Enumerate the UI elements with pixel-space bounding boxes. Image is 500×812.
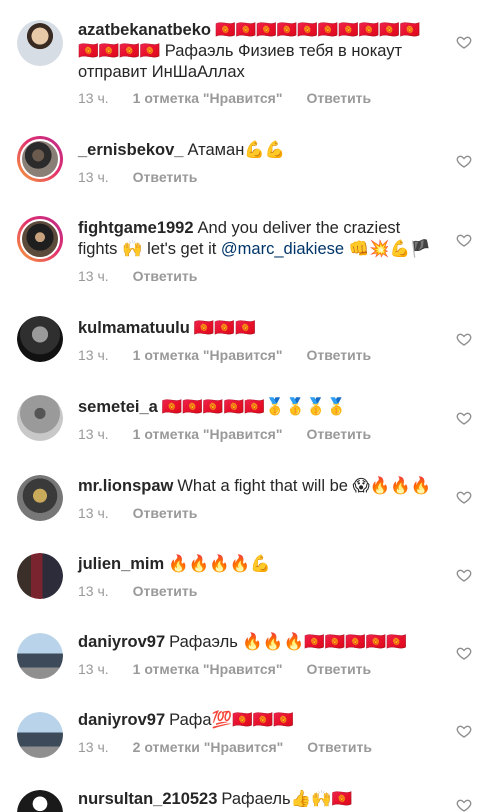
avatar[interactable] [17, 633, 63, 679]
comment-body: azatbekanatbeko 🇰🇬🇰🇬🇰🇬🇰🇬🇰🇬🇰🇬🇰🇬🇰🇬🇰🇬🇰🇬🇰🇬🇰🇬🇰… [78, 20, 440, 83]
comment-meta: 13 ч. Ответить [78, 169, 197, 185]
heart-outline-icon[interactable] [456, 331, 472, 347]
reply-button[interactable]: Ответить [306, 426, 371, 442]
reply-button[interactable]: Ответить [133, 268, 198, 284]
comment-body: julien_mim 🔥🔥🔥🔥💪 [78, 554, 440, 575]
username[interactable]: mr.lionspaw [78, 477, 173, 495]
comment-text: What a fight that will be 😱🔥🔥🔥 [177, 477, 432, 495]
timestamp: 13 ч. [78, 90, 109, 106]
comment-body: semetei_a 🇰🇬🇰🇬🇰🇬🇰🇬🇰🇬🥇🥇🥇🥇 [78, 397, 440, 418]
timestamp: 13 ч. [78, 426, 109, 442]
avatar[interactable] [17, 136, 63, 182]
comments-list: azatbekanatbeko 🇰🇬🇰🇬🇰🇬🇰🇬🇰🇬🇰🇬🇰🇬🇰🇬🇰🇬🇰🇬🇰🇬🇰🇬🇰… [0, 0, 500, 812]
comment-meta: 13 ч. 2 отметки "Нравится" Ответить [78, 739, 372, 755]
heart-outline-icon[interactable] [456, 723, 472, 739]
avatar[interactable] [17, 216, 63, 262]
timestamp: 13 ч. [78, 268, 109, 284]
mention-link[interactable]: @marc_diakiese [221, 240, 344, 258]
comment-text-tail: 👊💥💪🏴 [344, 240, 431, 258]
comment-body: daniyrov97 Рафа💯🇰🇬🇰🇬🇰🇬 [78, 710, 440, 731]
reply-button[interactable]: Ответить [133, 169, 198, 185]
comment-meta: 13 ч. 1 отметка "Нравится" Ответить [78, 90, 371, 106]
comment-text: 🇰🇬🇰🇬🇰🇬🇰🇬🇰🇬🥇🥇🥇🥇 [161, 398, 347, 416]
timestamp: 13 ч. [78, 661, 109, 677]
reply-button[interactable]: Ответить [306, 661, 371, 677]
avatar[interactable] [17, 395, 63, 441]
timestamp: 13 ч. [78, 347, 109, 363]
username[interactable]: daniyrov97 [78, 711, 165, 729]
comment-text: Рафаэль 🔥🔥🔥🇰🇬🇰🇬🇰🇬🇰🇬🇰🇬 [169, 633, 407, 651]
comment-body: daniyrov97 Рафаэль 🔥🔥🔥🇰🇬🇰🇬🇰🇬🇰🇬🇰🇬 [78, 632, 440, 653]
likes-count[interactable]: 2 отметки "Нравится" [133, 739, 284, 755]
comment-text: Рафа💯🇰🇬🇰🇬🇰🇬 [169, 711, 294, 729]
username[interactable]: nursultan_210523 [78, 790, 217, 808]
avatar[interactable] [17, 553, 63, 599]
heart-outline-icon[interactable] [456, 567, 472, 583]
likes-count[interactable]: 1 отметка "Нравится" [133, 347, 283, 363]
comment-body: mr.lionspaw What a fight that will be 😱🔥🔥… [78, 476, 440, 497]
comment-meta: 13 ч. 1 отметка "Нравится" Ответить [78, 426, 371, 442]
comment-meta: 13 ч. 1 отметка "Нравится" Ответить [78, 347, 371, 363]
heart-outline-icon[interactable] [456, 232, 472, 248]
heart-outline-icon[interactable] [456, 410, 472, 426]
comment-meta: 13 ч. Ответить [78, 583, 197, 599]
comment-meta: 13 ч. 1 отметка "Нравится" Ответить [78, 661, 371, 677]
comment-meta: 13 ч. Ответить [78, 268, 197, 284]
heart-outline-icon[interactable] [456, 153, 472, 169]
comment-text: 🇰🇬🇰🇬🇰🇬 [193, 319, 256, 337]
comment-text: 🔥🔥🔥🔥💪 [168, 555, 271, 573]
likes-count[interactable]: 1 отметка "Нравится" [133, 661, 283, 677]
avatar[interactable] [17, 475, 63, 521]
username[interactable]: _ernisbekov_ [78, 141, 183, 159]
likes-count[interactable]: 1 отметка "Нравится" [133, 90, 283, 106]
avatar[interactable] [17, 790, 63, 812]
comment-body: nursultan_210523 Рафаель👍🙌🇰🇬 [78, 789, 440, 810]
heart-outline-icon[interactable] [456, 645, 472, 661]
username[interactable]: fightgame1992 [78, 219, 194, 237]
comment-body: _ernisbekov_ Атаман💪💪 [78, 140, 440, 161]
comment-meta: 13 ч. Ответить [78, 505, 197, 521]
username[interactable]: daniyrov97 [78, 633, 165, 651]
heart-outline-icon[interactable] [456, 797, 472, 812]
heart-outline-icon[interactable] [456, 489, 472, 505]
reply-button[interactable]: Ответить [307, 739, 372, 755]
heart-outline-icon[interactable] [456, 34, 472, 50]
avatar[interactable] [17, 20, 63, 66]
username[interactable]: azatbekanatbeko [78, 21, 211, 39]
reply-button[interactable]: Ответить [133, 505, 198, 521]
timestamp: 13 ч. [78, 739, 109, 755]
timestamp: 13 ч. [78, 583, 109, 599]
reply-button[interactable]: Ответить [306, 90, 371, 106]
reply-button[interactable]: Ответить [133, 583, 198, 599]
username[interactable]: semetei_a [78, 398, 158, 416]
avatar[interactable] [17, 316, 63, 362]
comment-body: kulmamatuulu 🇰🇬🇰🇬🇰🇬 [78, 318, 440, 339]
timestamp: 13 ч. [78, 169, 109, 185]
reply-button[interactable]: Ответить [306, 347, 371, 363]
comment-body: fightgame1992 And you deliver the crazies… [78, 218, 440, 260]
avatar[interactable] [17, 712, 63, 758]
comment-text: Атаман💪💪 [187, 141, 286, 159]
username[interactable]: kulmamatuulu [78, 319, 190, 337]
timestamp: 13 ч. [78, 505, 109, 521]
comment-text: Рафаель👍🙌🇰🇬 [221, 790, 353, 808]
likes-count[interactable]: 1 отметка "Нравится" [133, 426, 283, 442]
username[interactable]: julien_mim [78, 555, 164, 573]
